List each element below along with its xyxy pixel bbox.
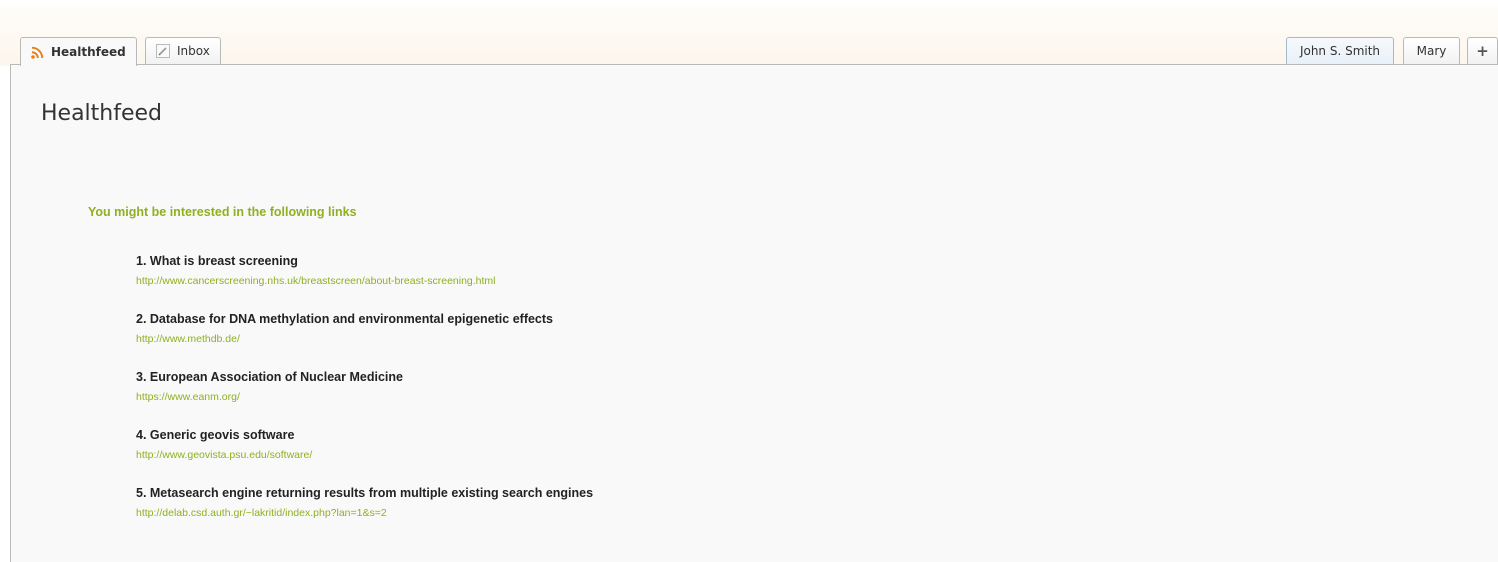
- content-panel: Healthfeed You might be interested in th…: [10, 64, 1498, 562]
- tab-label: Inbox: [177, 44, 210, 58]
- plus-icon: +: [1476, 42, 1489, 60]
- tab-label: Healthfeed: [51, 45, 126, 59]
- tab-label: John S. Smith: [1299, 44, 1381, 58]
- add-tab-button[interactable]: +: [1467, 37, 1498, 64]
- link-url[interactable]: http://www.cancerscreening.nhs.uk/breast…: [136, 274, 593, 288]
- link-title: 3. European Association of Nuclear Medic…: [136, 370, 403, 384]
- link-url[interactable]: https://www.eanm.org/: [136, 390, 593, 404]
- page-title: Healthfeed: [41, 101, 163, 126]
- link-title: 2. Database for DNA methylation and envi…: [136, 312, 553, 326]
- link-url[interactable]: http://www.methdb.de/: [136, 332, 593, 346]
- tab-label: Mary: [1416, 44, 1447, 58]
- list-item: 2. Database for DNA methylation and envi…: [136, 311, 593, 369]
- list-item: 3. European Association of Nuclear Medic…: [136, 369, 593, 427]
- link-url[interactable]: http://delab.csd.auth.gr/~lakritid/index…: [136, 506, 593, 520]
- list-item: 4. Generic geovis software http://www.ge…: [136, 427, 593, 485]
- link-title: 1. What is breast screening: [136, 254, 298, 268]
- tab-healthfeed[interactable]: Healthfeed: [20, 37, 137, 66]
- tab-inbox[interactable]: Inbox: [145, 37, 221, 64]
- pencil-icon: [156, 44, 170, 58]
- link-title: 4. Generic geovis software: [136, 428, 295, 442]
- top-tab-bar: [0, 0, 1498, 66]
- tab-person-mary[interactable]: Mary: [1403, 37, 1460, 64]
- links-list: 1. What is breast screening http://www.c…: [136, 253, 593, 543]
- link-title: 5. Metasearch engine returning results f…: [136, 486, 594, 500]
- section-heading: You might be interested in the following…: [88, 205, 357, 219]
- tab-person-john[interactable]: John S. Smith: [1286, 37, 1394, 64]
- rss-icon: [31, 46, 44, 59]
- list-item: 1. What is breast screening http://www.c…: [136, 253, 593, 311]
- link-url[interactable]: http://www.geovista.psu.edu/software/: [136, 448, 593, 462]
- list-item: 5. Metasearch engine returning results f…: [136, 485, 593, 543]
